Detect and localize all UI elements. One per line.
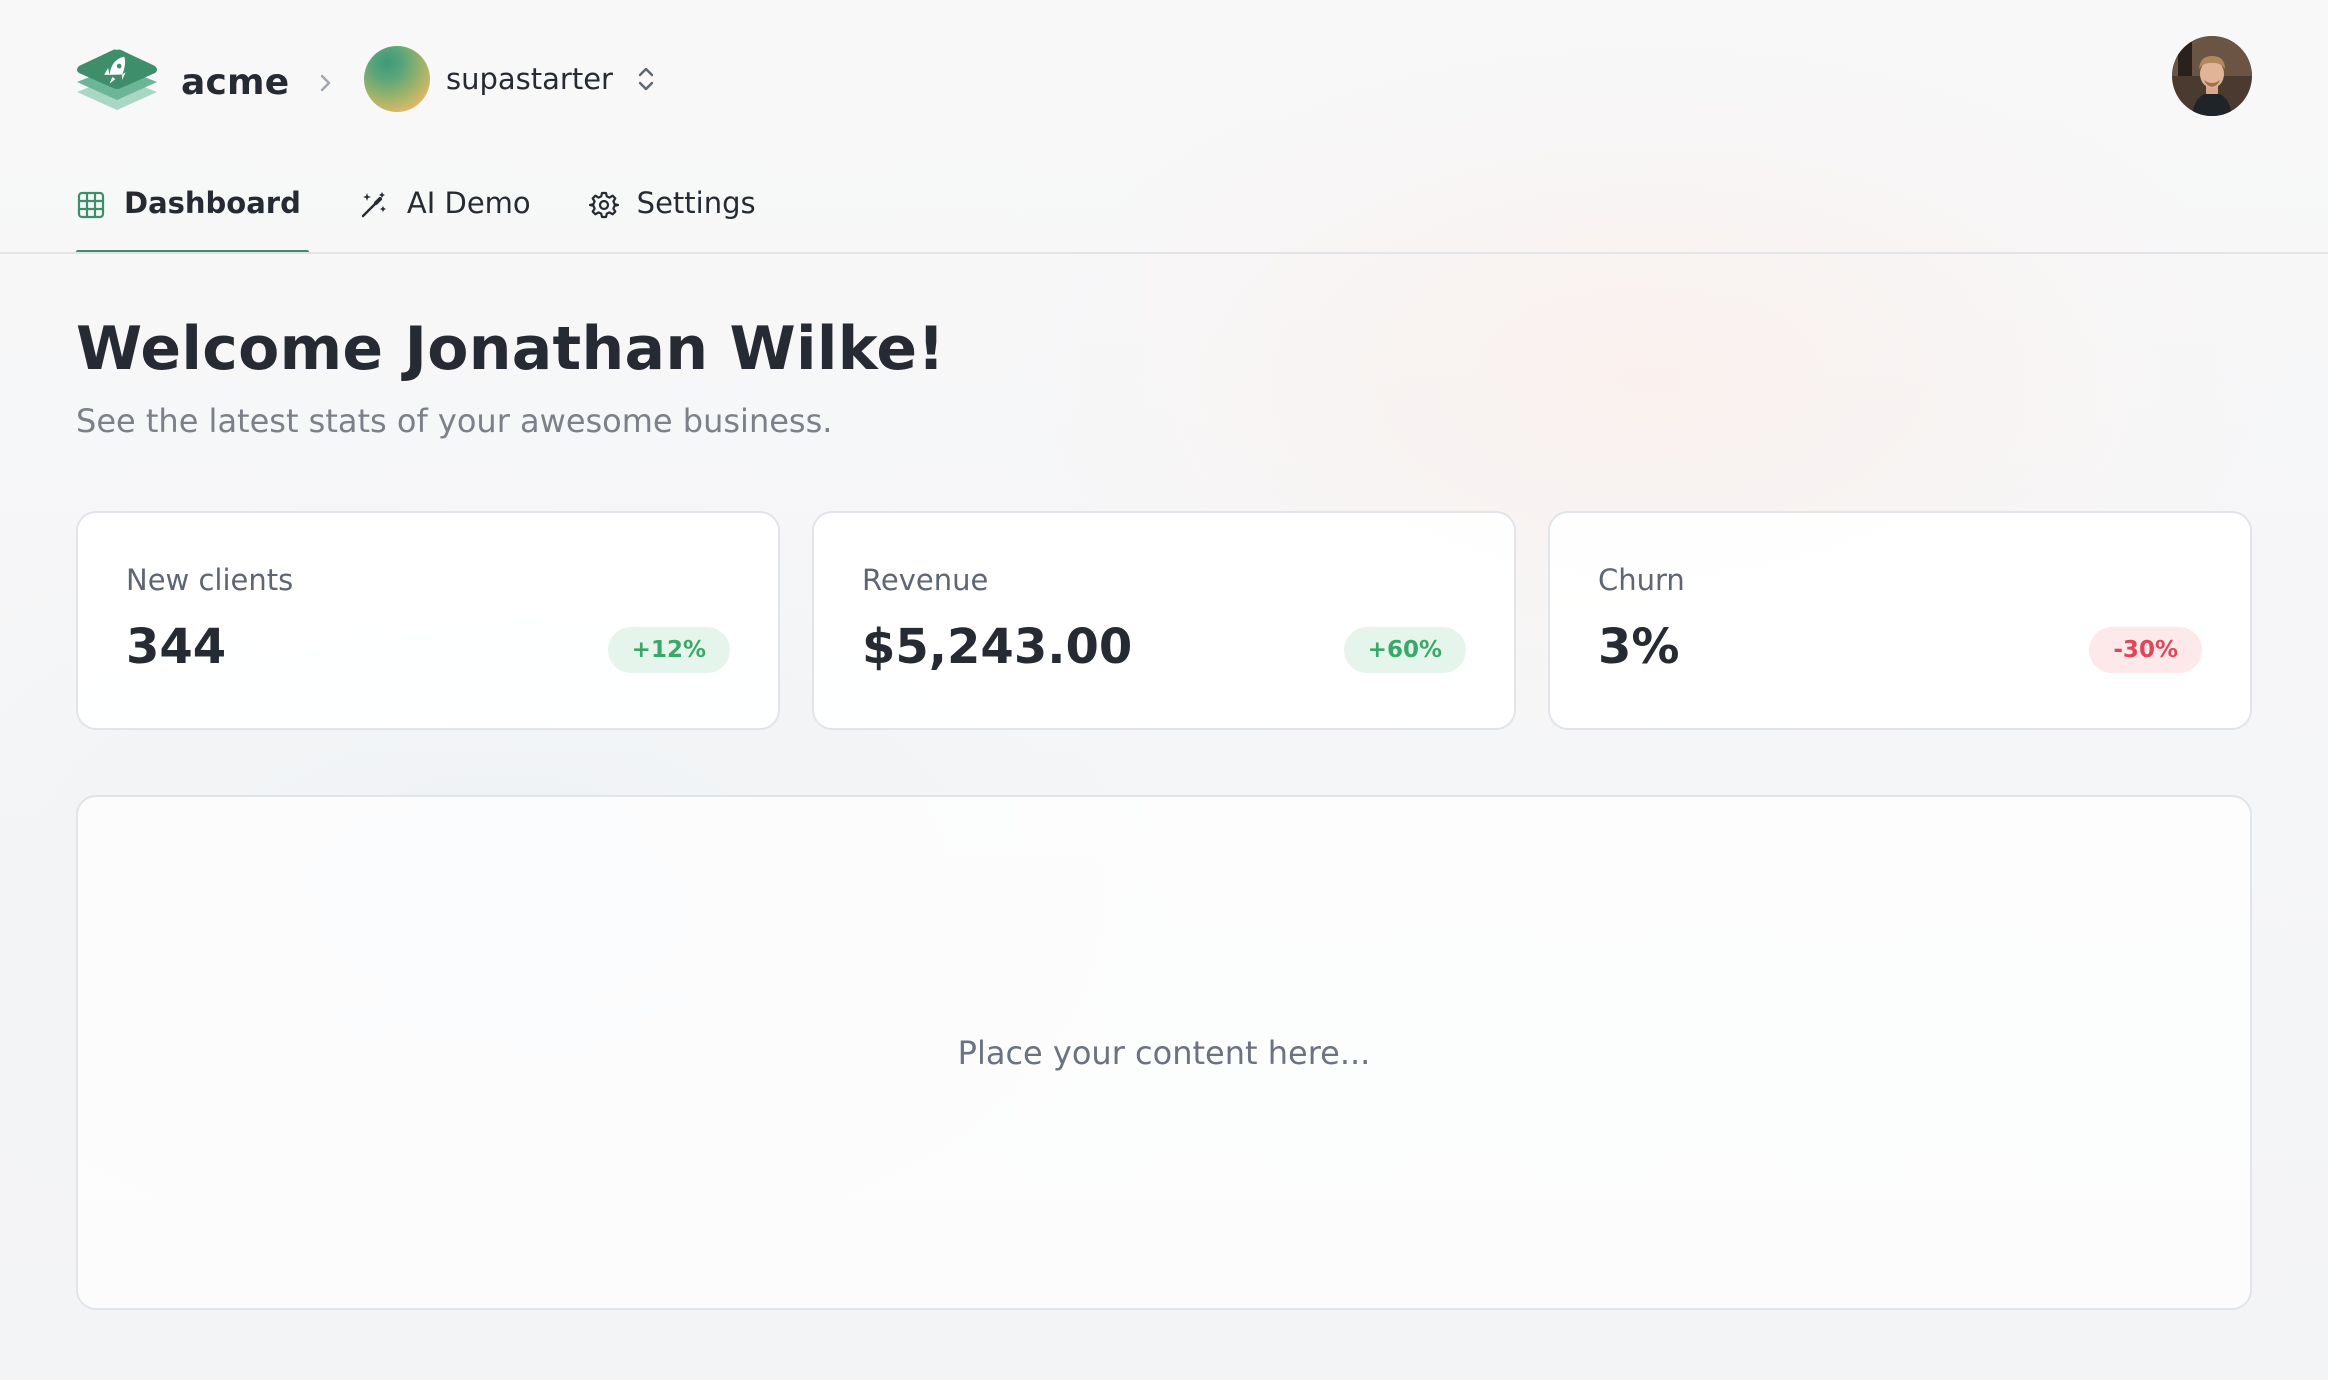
tabs-divider: [0, 252, 2328, 254]
chevron-right-icon: [320, 74, 331, 92]
stat-card-churn: Churn 3% -30%: [1548, 511, 2252, 730]
stat-label: Churn: [1598, 563, 1685, 597]
stat-change-badge: +12%: [607, 627, 730, 673]
top-bar: acme supastarter: [0, 0, 2328, 160]
stat-change-badge: -30%: [2089, 627, 2202, 673]
page-title: Welcome Jonathan Wilke!: [76, 314, 945, 384]
stat-value: 344: [126, 619, 227, 675]
tab-ai-demo-label: AI Demo: [406, 186, 531, 220]
page-subtitle: See the latest stats of your awesome bus…: [76, 402, 833, 440]
tab-dashboard[interactable]: Dashboard: [76, 176, 309, 254]
content-panel: Place your content here...: [76, 795, 2252, 1310]
stat-value: $5,243.00: [862, 619, 1133, 675]
brand-link[interactable]: acme: [75, 46, 289, 118]
user-avatar[interactable]: [2172, 36, 2252, 116]
magic-wand-icon: [361, 192, 386, 218]
stat-label: Revenue: [862, 563, 989, 597]
workspace-avatar: [364, 46, 430, 112]
brand-name: acme: [181, 61, 290, 103]
tab-dashboard-label: Dashboard: [124, 186, 301, 220]
workspace-switcher[interactable]: supastarter: [364, 43, 659, 115]
gear-icon: [588, 191, 619, 219]
stat-card-revenue: Revenue $5,243.00 +60%: [812, 511, 1516, 730]
content-placeholder: Place your content here...: [957, 1033, 1371, 1072]
tab-settings-label: Settings: [636, 186, 756, 220]
stat-card-new-clients: New clients 344 +12%: [76, 511, 780, 730]
stat-change-badge: +60%: [1343, 627, 1466, 673]
grid-icon: [77, 191, 105, 219]
main-tabs: Dashboard AI Demo Settings: [76, 176, 814, 254]
stat-label: New clients: [126, 563, 294, 597]
stats-row: New clients 344 +12% Revenue $5,243.00 +…: [76, 511, 2252, 730]
chevron-up-down-icon: [638, 67, 654, 91]
workspace-name: supastarter: [446, 62, 613, 96]
tab-ai-demo[interactable]: AI Demo: [359, 176, 531, 254]
user-photo-icon: [2172, 36, 2252, 116]
stat-value: 3%: [1598, 619, 1680, 675]
tab-settings[interactable]: Settings: [588, 176, 756, 254]
rocket-logo-icon: [77, 49, 157, 110]
